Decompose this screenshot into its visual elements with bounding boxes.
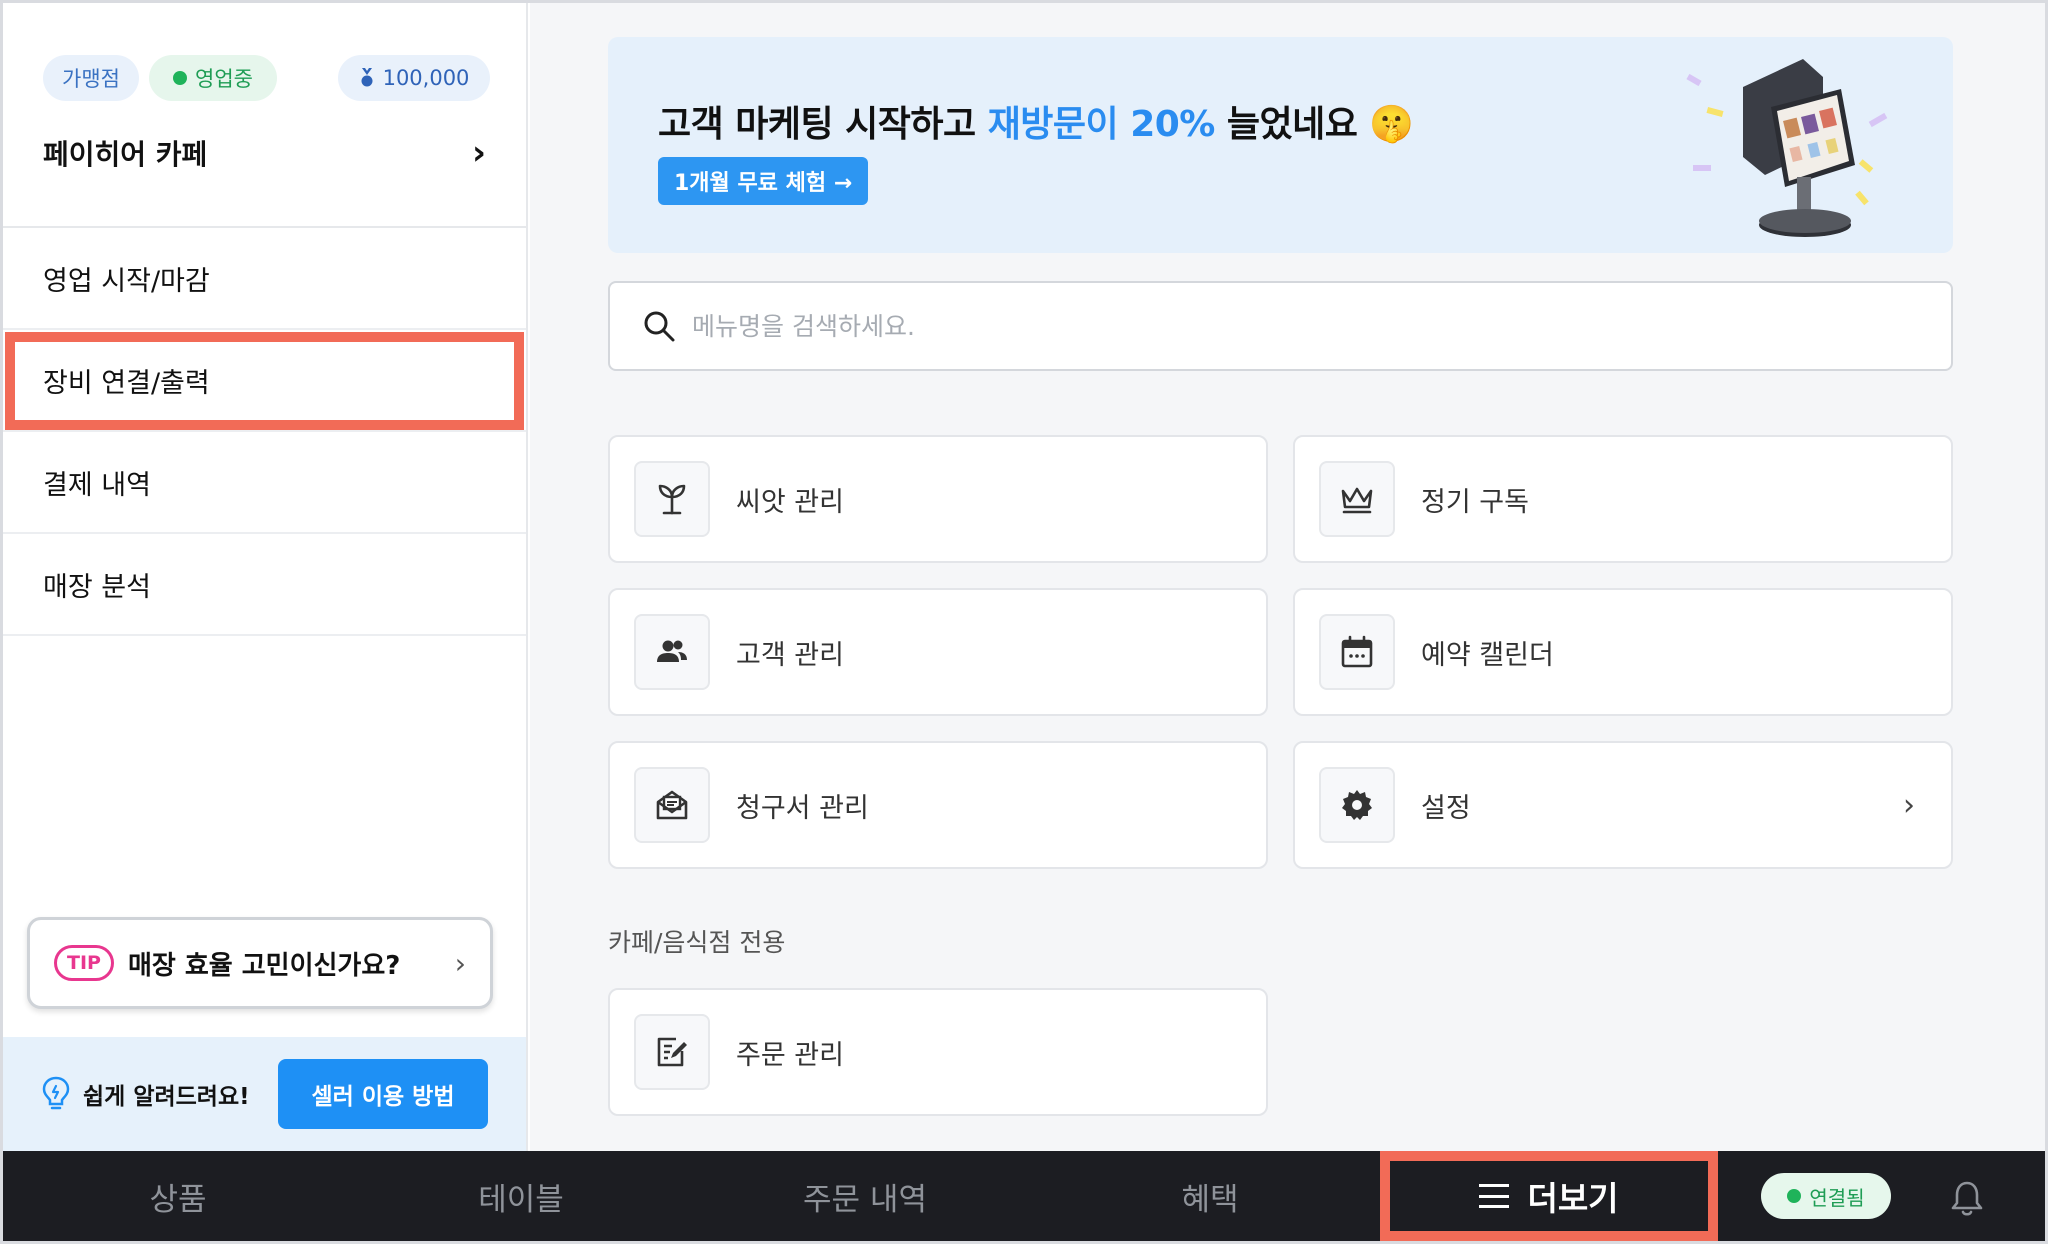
subscription-card[interactable]: 정기 구독 bbox=[1293, 435, 1953, 563]
status-dot-icon bbox=[173, 71, 188, 85]
banner-title-accent: 재방문이 20% bbox=[987, 104, 1216, 145]
card-label: 예약 캘린더 bbox=[1421, 639, 1554, 671]
chevron-right-icon: › bbox=[454, 946, 466, 980]
sidebar-item-store-analytics[interactable]: 매장 분석 bbox=[3, 534, 526, 636]
store-badges: 가맹점 영업중 100,000 bbox=[43, 55, 490, 101]
customer-management-card[interactable]: 고객 관리 bbox=[608, 588, 1268, 716]
sidebar: 가맹점 영업중 100,000 페이히어 카페 › 영업 시작/마감 장비 연결… bbox=[3, 3, 528, 1151]
card-label: 고객 관리 bbox=[736, 639, 844, 671]
order-management-card[interactable]: 주문 관리 bbox=[608, 988, 1268, 1116]
search-input[interactable] bbox=[692, 311, 1951, 341]
chevron-right-icon: › bbox=[471, 133, 486, 173]
crown-icon bbox=[1341, 487, 1373, 514]
bell-icon[interactable] bbox=[1949, 1179, 1985, 1217]
reservation-calendar-card[interactable]: 예약 캘린더 bbox=[1293, 588, 1953, 716]
sidebar-item-device-connect-print[interactable]: 장비 연결/출력 bbox=[3, 330, 526, 432]
main-content: 고객 마케팅 시작하고 재방문이 20% 늘었네요 🤫 1개월 무료 체험 → bbox=[530, 3, 2045, 1151]
open-status-badge: 영업중 bbox=[149, 55, 277, 101]
section-title: 카페/음식점 전용 bbox=[608, 928, 786, 957]
nav-label: 주문 내역 bbox=[803, 1181, 927, 1218]
seller-guide-button[interactable]: 셀러 이용 방법 bbox=[278, 1059, 488, 1129]
tip-badge: TIP bbox=[54, 945, 114, 981]
medal-icon bbox=[361, 68, 373, 87]
menu-search bbox=[608, 281, 1953, 371]
order-edit-icon bbox=[657, 1037, 687, 1067]
points-value: 100,000 bbox=[382, 66, 470, 90]
sidebar-item-label: 매장 분석 bbox=[43, 571, 151, 603]
nav-tables[interactable]: 테이블 bbox=[406, 1151, 636, 1241]
connection-status-label: 연결됨 bbox=[1809, 1185, 1865, 1210]
sidebar-menu: 영업 시작/마감 장비 연결/출력 결제 내역 매장 분석 bbox=[3, 228, 526, 636]
sidebar-item-business-open-close[interactable]: 영업 시작/마감 bbox=[3, 228, 526, 330]
calendar-icon bbox=[1341, 635, 1373, 668]
app-window: 가맹점 영업중 100,000 페이히어 카페 › 영업 시작/마감 장비 연결… bbox=[3, 3, 2045, 1241]
card-label: 청구서 관리 bbox=[736, 792, 869, 824]
card-icon-box bbox=[634, 614, 710, 690]
hamburger-menu-icon bbox=[1479, 1184, 1510, 1208]
card-icon-box bbox=[634, 767, 710, 843]
franchise-badge: 가맹점 bbox=[43, 55, 139, 101]
banner-title-prefix: 고객 마케팅 시작하고 bbox=[658, 104, 988, 145]
nav-label: 테이블 bbox=[478, 1181, 564, 1218]
bottom-nav: 상품 테이블 주문 내역 혜택 더보기 연결됨 bbox=[3, 1151, 2045, 1241]
nav-more-label: 더보기 bbox=[1527, 1179, 1619, 1218]
settings-card[interactable]: 설정 › bbox=[1293, 741, 1953, 869]
chevron-right-icon: › bbox=[1903, 787, 1915, 823]
sidebar-item-label: 결제 내역 bbox=[43, 469, 151, 501]
open-status-label: 영업중 bbox=[195, 67, 253, 91]
nav-order-history[interactable]: 주문 내역 bbox=[750, 1151, 980, 1241]
card-icon-box bbox=[1319, 614, 1395, 690]
sprout-icon bbox=[658, 484, 686, 515]
card-label: 설정 bbox=[1421, 792, 1471, 824]
card-icon-box bbox=[1319, 461, 1395, 537]
card-icon-box bbox=[634, 1014, 710, 1090]
invoice-envelope-icon bbox=[656, 790, 688, 820]
nav-more[interactable]: 더보기 bbox=[1380, 1151, 1718, 1241]
banner-title: 고객 마케팅 시작하고 재방문이 20% 늘었네요 🤫 bbox=[658, 95, 1414, 147]
card-icon-box bbox=[1319, 767, 1395, 843]
store-name: 페이히어 카페 bbox=[43, 138, 208, 171]
seed-management-card[interactable]: 씨앗 관리 bbox=[608, 435, 1268, 563]
card-label: 정기 구독 bbox=[1421, 486, 1529, 518]
people-icon bbox=[657, 640, 687, 662]
gear-icon bbox=[1342, 790, 1372, 820]
nav-label: 상품 bbox=[149, 1181, 207, 1218]
tip-text: 매장 효율 고민이신가요? bbox=[127, 950, 401, 981]
nav-benefits[interactable]: 혜택 bbox=[1095, 1151, 1325, 1241]
banner-title-suffix: 늘었네요 🤫 bbox=[1214, 104, 1414, 145]
help-text: 쉽게 알려드려요! bbox=[83, 1084, 250, 1110]
sidebar-item-label: 영업 시작/마감 bbox=[43, 265, 210, 297]
free-trial-button[interactable]: 1개월 무료 체험 → bbox=[658, 157, 869, 205]
points-badge[interactable]: 100,000 bbox=[338, 55, 490, 101]
card-label: 주문 관리 bbox=[736, 1039, 844, 1071]
pos-device-illustration bbox=[1686, 59, 1888, 237]
lightbulb-icon bbox=[42, 1076, 70, 1110]
card-label: 씨앗 관리 bbox=[736, 486, 844, 518]
store-selector[interactable]: 페이히어 카페 › bbox=[43, 123, 486, 183]
nav-label: 혜택 bbox=[1181, 1181, 1239, 1218]
marketing-banner[interactable]: 고객 마케팅 시작하고 재방문이 20% 늘었네요 🤫 1개월 무료 체험 → bbox=[608, 37, 1953, 253]
connection-status-badge: 연결됨 bbox=[1761, 1173, 1891, 1219]
search-icon bbox=[644, 311, 675, 342]
franchise-badge-label: 가맹점 bbox=[62, 67, 120, 91]
sidebar-item-label: 장비 연결/출력 bbox=[43, 367, 210, 399]
invoice-management-card[interactable]: 청구서 관리 bbox=[608, 741, 1268, 869]
help-bar: 쉽게 알려드려요! 셀러 이용 방법 bbox=[3, 1037, 526, 1151]
tip-card[interactable]: TIP 매장 효율 고민이신가요? › bbox=[27, 917, 493, 1009]
status-dot-icon bbox=[1787, 1189, 1802, 1203]
card-icon-box bbox=[634, 461, 710, 537]
sidebar-item-payment-history[interactable]: 결제 내역 bbox=[3, 432, 526, 534]
nav-products[interactable]: 상품 bbox=[63, 1151, 293, 1241]
